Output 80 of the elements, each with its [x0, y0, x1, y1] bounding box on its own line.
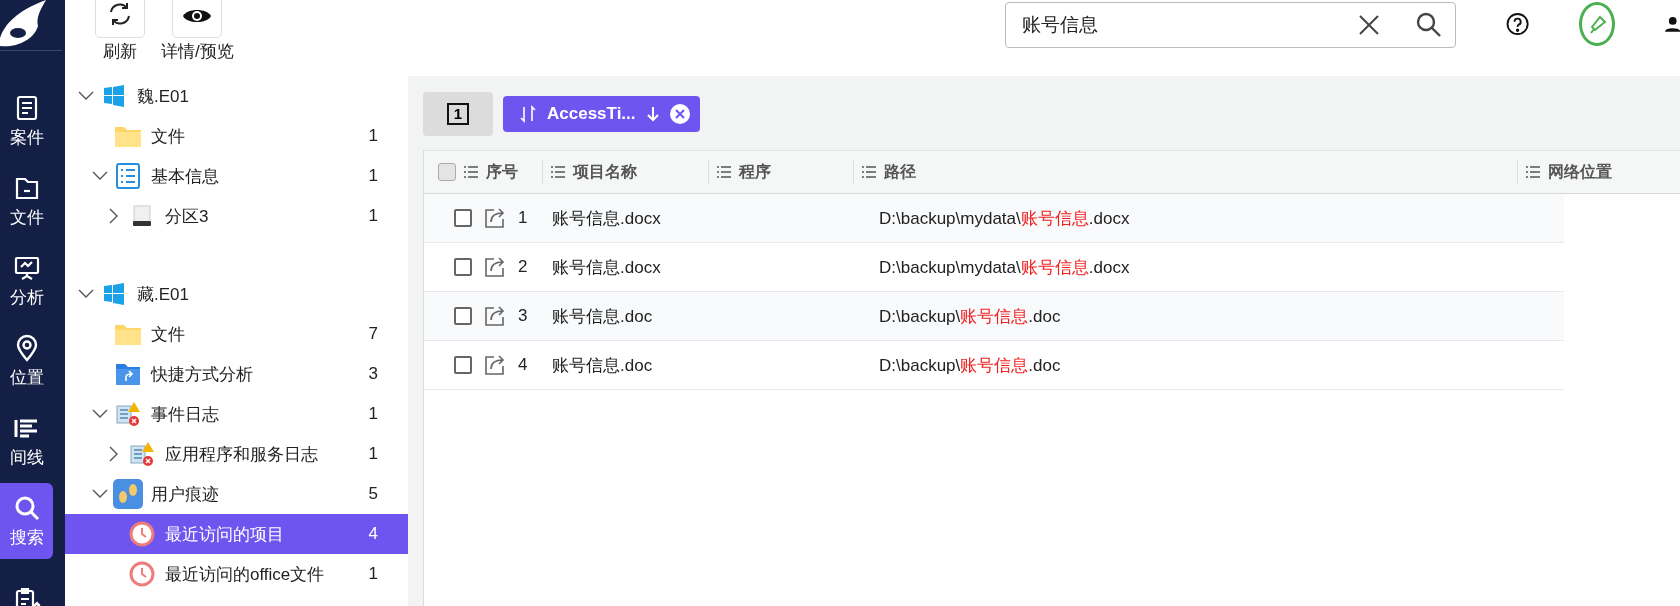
chevron-down-icon[interactable] [78, 91, 94, 101]
row-number: 1 [518, 208, 528, 228]
table-cell-text: D:\backup\账号信息.doc [878, 354, 1061, 377]
tree-item[interactable]: 基本信息 1 [65, 156, 408, 196]
share-icon[interactable] [484, 256, 506, 278]
close-icon[interactable] [669, 104, 690, 124]
nav-item[interactable]: 文件 [0, 163, 53, 239]
column-menu-icon[interactable] [717, 166, 731, 178]
chevron-down-icon[interactable] [92, 489, 108, 499]
toolbar-button[interactable]: 详情/预览 [161, 0, 234, 76]
tree-item[interactable]: 分区3 1 [65, 196, 408, 236]
column-header[interactable]: 路径 [884, 161, 916, 183]
shortcut-folder-icon [115, 362, 141, 386]
column-menu-icon[interactable] [862, 166, 876, 178]
tree-item[interactable]: 最近访问的项目 4 [65, 514, 408, 554]
table-cell-text: 账号信息.doc [551, 305, 654, 328]
table-cell-text: D:\backup\mydata\账号信息.docx [878, 256, 1130, 279]
windows-logo-icon [103, 283, 125, 305]
drive-icon [132, 205, 152, 227]
sort-chip[interactable]: AccessTi... [503, 96, 700, 132]
column-menu-icon[interactable] [464, 166, 478, 178]
tree-item[interactable]: 应用程序和服务日志 1 [65, 434, 408, 474]
column-header[interactable]: 项目名称 [573, 161, 637, 183]
tree-item[interactable]: 文件 1 [65, 116, 408, 156]
folder-icon [114, 322, 142, 346]
share-icon[interactable] [484, 305, 506, 327]
table-cell-text: D:\backup\mydata\账号信息.docx [878, 207, 1130, 230]
row-checkbox[interactable] [454, 258, 472, 276]
column-header[interactable]: 网络位置 [1548, 161, 1612, 183]
tree-item[interactable]: 快捷方式分析 3 [65, 354, 408, 394]
list-icon [116, 163, 140, 189]
user-icon[interactable] [1664, 14, 1680, 34]
nav-item[interactable]: 位置 [0, 323, 53, 399]
search-icon[interactable] [1416, 12, 1442, 38]
row-number: 4 [518, 355, 528, 375]
tree-item[interactable]: 最近访问的office文件 1 [65, 554, 408, 594]
clear-icon[interactable] [1358, 14, 1380, 36]
windows-logo-icon [103, 85, 125, 107]
chevron-down-icon[interactable] [92, 171, 108, 181]
table-cell-text: 账号信息.doc [551, 354, 654, 377]
tree-item[interactable]: 藏.E01 [65, 274, 408, 314]
footprints-icon [113, 479, 143, 509]
chevron-right-icon[interactable] [109, 446, 119, 462]
column-header[interactable]: 程序 [739, 161, 771, 183]
nav-item[interactable]: 分析 [0, 243, 53, 319]
share-icon[interactable] [484, 354, 506, 376]
row-checkbox[interactable] [454, 356, 472, 374]
tree-item[interactable]: 文件 7 [65, 314, 408, 354]
tree-item[interactable]: 事件日志 1 [65, 394, 408, 434]
count-button[interactable]: 1 [423, 92, 493, 136]
column-header[interactable]: 序号 [486, 161, 518, 183]
sort-icon [519, 105, 537, 123]
chevron-down-icon[interactable] [92, 409, 108, 419]
nav-item[interactable]: 搜索 [0, 483, 53, 559]
table-cell-text: 账号信息.docx [551, 256, 662, 279]
event-log-icon [115, 401, 141, 427]
table-cell-text: D:\backup\账号信息.doc [878, 305, 1061, 328]
tree-item[interactable]: 用户痕迹 5 [65, 474, 408, 514]
column-menu-icon[interactable] [1526, 166, 1540, 178]
share-icon[interactable] [484, 207, 506, 229]
column-menu-icon[interactable] [551, 166, 565, 178]
chevron-down-icon[interactable] [78, 289, 94, 299]
chevron-right-icon[interactable] [109, 208, 119, 224]
nav-item[interactable]: 间线 [0, 403, 53, 479]
arrow-down-icon [645, 106, 660, 122]
folder-icon [114, 124, 142, 148]
row-checkbox[interactable] [454, 307, 472, 325]
search-field[interactable]: 账号信息 [1005, 2, 1456, 48]
nav-item[interactable]: 案件 [0, 83, 53, 159]
row-number: 3 [518, 306, 528, 326]
notification-button[interactable] [1579, 2, 1615, 46]
event-log-icon [129, 441, 155, 467]
clock-icon [129, 521, 155, 547]
refresh-icon [107, 1, 133, 27]
clock-icon [129, 561, 155, 587]
row-number: 2 [518, 257, 528, 277]
select-all-checkbox[interactable] [438, 163, 456, 181]
tree-item[interactable]: 魏.E01 [65, 76, 408, 116]
table-cell-text: 账号信息.docx [551, 207, 662, 230]
row-checkbox[interactable] [454, 209, 472, 227]
